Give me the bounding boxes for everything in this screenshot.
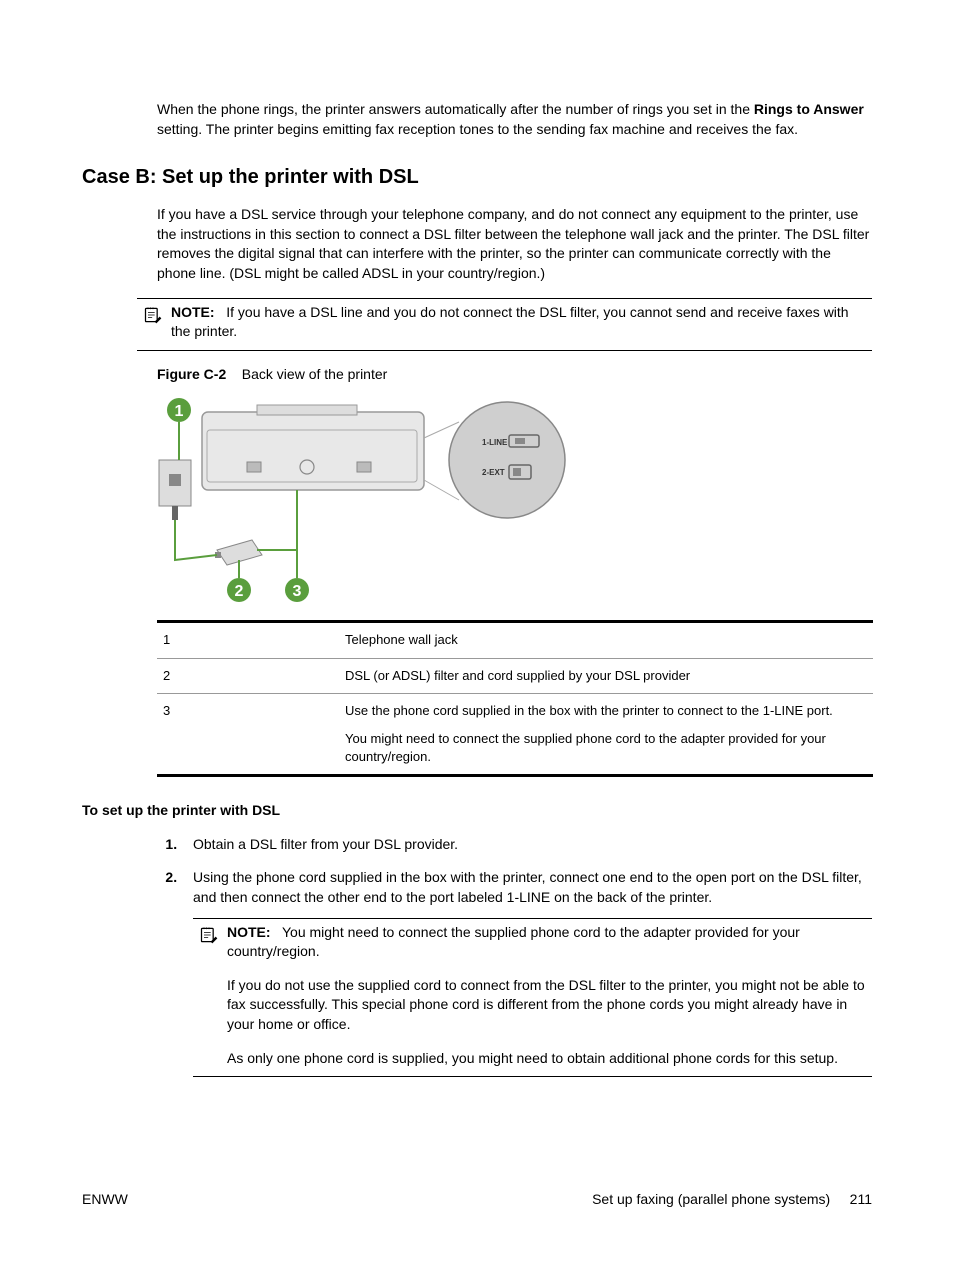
section-heading: Case B: Set up the printer with DSL — [82, 163, 872, 191]
step-2: Using the phone cord supplied in the box… — [181, 868, 872, 1077]
callout-desc: DSL (or ADSL) filter and cord supplied b… — [339, 658, 873, 693]
callout-desc: Telephone wall jack — [339, 622, 873, 658]
table-row: 2 DSL (or ADSL) filter and cord supplied… — [157, 658, 873, 693]
callout-desc: Use the phone cord supplied in the box w… — [339, 693, 873, 776]
intro-bold: Rings to Answer — [754, 101, 864, 117]
note-text: You might need to connect the supplied p… — [227, 924, 800, 960]
intro-part1: When the phone rings, the printer answer… — [157, 101, 754, 117]
svg-text:1-LINE: 1-LINE — [482, 438, 508, 447]
callout-num: 3 — [157, 693, 339, 776]
svg-text:2: 2 — [235, 583, 244, 600]
footer-right: Set up faxing (parallel phone systems) 2… — [592, 1190, 872, 1210]
step-1: Obtain a DSL filter from your DSL provid… — [181, 835, 872, 855]
callout-num: 2 — [157, 658, 339, 693]
nested-para-1: If you do not use the supplied cord to c… — [227, 976, 866, 1035]
steps-list: Obtain a DSL filter from your DSL provid… — [157, 835, 872, 1077]
nested-para-2: As only one phone cord is supplied, you … — [227, 1049, 866, 1069]
nested-note-content: NOTE: You might need to connect the supp… — [227, 923, 866, 1069]
page-number: 211 — [850, 1191, 872, 1207]
note-label: NOTE: — [227, 924, 271, 940]
intro-part2: setting. The printer begins emitting fax… — [157, 121, 798, 137]
callout-table: 1 Telephone wall jack 2 DSL (or ADSL) fi… — [157, 620, 873, 777]
figure-caption: Figure C-2 Back view of the printer — [157, 365, 872, 385]
figure-label: Figure C-2 — [157, 366, 226, 382]
page-footer: ENWW Set up faxing (parallel phone syste… — [82, 1190, 872, 1210]
note-box-1: NOTE: If you have a DSL line and you do … — [137, 298, 872, 351]
note-icon — [143, 305, 163, 325]
table-row: 3 Use the phone cord supplied in the box… — [157, 693, 873, 776]
figure-block: Figure C-2 Back view of the printer 1 — [157, 365, 872, 611]
nested-note-box: NOTE: You might need to connect the supp… — [193, 918, 872, 1078]
svg-text:3: 3 — [293, 583, 302, 600]
sub-heading: To set up the printer with DSL — [82, 801, 872, 821]
svg-text:1: 1 — [175, 403, 184, 420]
body-paragraph-1: If you have a DSL service through your t… — [157, 205, 872, 283]
table-row: 1 Telephone wall jack — [157, 622, 873, 658]
svg-text:2-EXT: 2-EXT — [482, 468, 505, 477]
intro-paragraph: When the phone rings, the printer answer… — [157, 100, 872, 139]
note-content: NOTE: If you have a DSL line and you do … — [171, 303, 866, 342]
note-icon — [199, 925, 219, 945]
figure-image: 1 1-LINE 2-EXT — [157, 390, 567, 610]
footer-left: ENWW — [82, 1190, 128, 1210]
figure-caption-text: Back view of the printer — [242, 366, 388, 382]
note-label: NOTE: — [171, 304, 215, 320]
callout-num: 1 — [157, 622, 339, 658]
note-text: If you have a DSL line and you do not co… — [171, 304, 849, 340]
